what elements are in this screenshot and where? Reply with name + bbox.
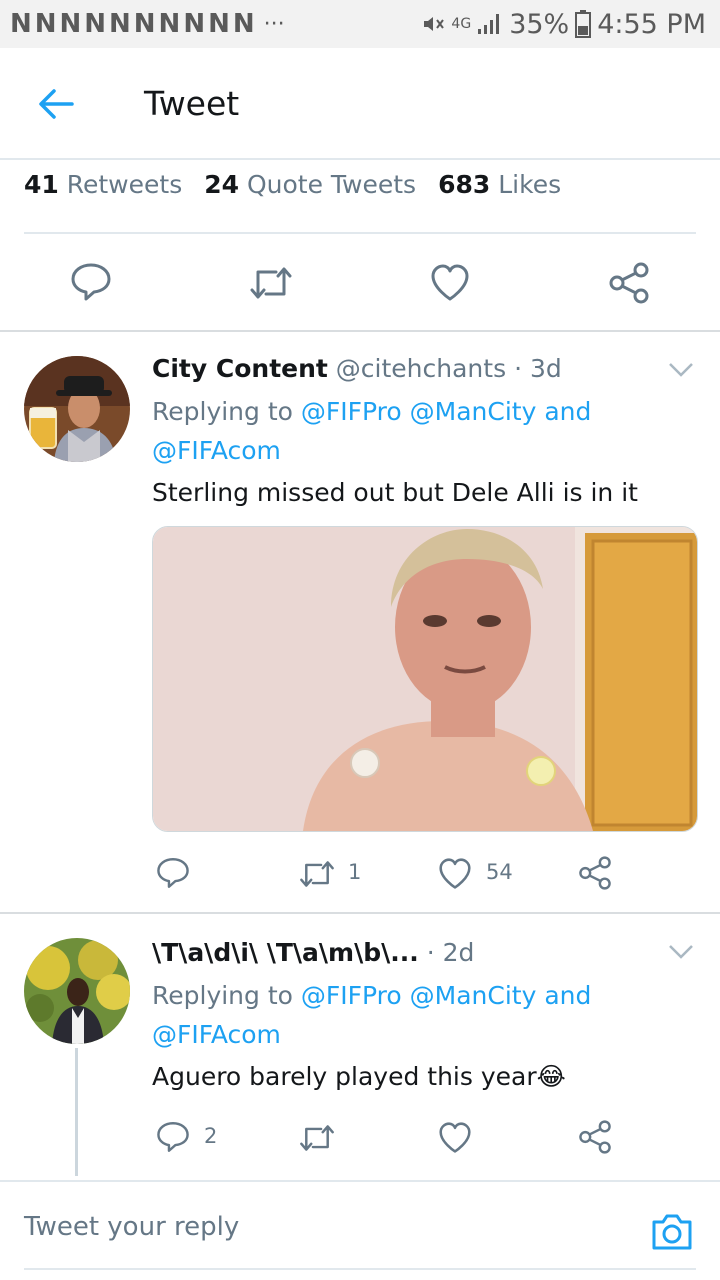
camera-icon[interactable] bbox=[650, 1212, 694, 1252]
retweet-icon[interactable] bbox=[298, 1124, 336, 1152]
reply-input[interactable]: Tweet your reply bbox=[24, 1212, 239, 1242]
tweet-time: · 3d bbox=[514, 354, 562, 383]
mention-link[interactable]: @FIFAcom bbox=[152, 1020, 281, 1049]
tweet-header: City Content @citehchants · 3d bbox=[152, 354, 562, 383]
share-icon[interactable] bbox=[578, 1120, 612, 1154]
tweet-actions: 1 54 bbox=[152, 854, 632, 894]
retweet-icon[interactable] bbox=[298, 860, 336, 888]
divider bbox=[24, 1268, 696, 1270]
retweet-count: 1 bbox=[348, 860, 362, 884]
tweet-text: Aguero barely played this year😂 bbox=[152, 1062, 566, 1091]
thread-line bbox=[75, 1048, 78, 1176]
replying-to: Replying to @FIFPro @ManCity and @FIFAco… bbox=[152, 397, 592, 465]
main-tweet-actions bbox=[0, 262, 720, 306]
likes-stat[interactable]: 683 Likes bbox=[438, 170, 561, 199]
mention-link[interactable]: @FIFPro @ManCity bbox=[301, 397, 536, 426]
divider bbox=[24, 232, 696, 234]
signal-icon bbox=[478, 14, 500, 34]
overflow-dots: ··· bbox=[263, 11, 285, 37]
quote-tweets-stat[interactable]: 24 Quote Tweets bbox=[204, 170, 416, 199]
reply-count: 2 bbox=[204, 1124, 218, 1148]
divider bbox=[0, 330, 720, 332]
avatar[interactable] bbox=[24, 356, 130, 462]
author-handle[interactable]: @citehchants bbox=[336, 354, 506, 383]
reply-icon[interactable] bbox=[156, 856, 190, 890]
author-name[interactable]: City Content bbox=[152, 354, 328, 383]
caret-down-icon[interactable] bbox=[668, 944, 694, 960]
share-icon[interactable] bbox=[608, 262, 650, 304]
like-icon[interactable] bbox=[438, 858, 472, 890]
page-title: Tweet bbox=[144, 84, 240, 123]
battery-percent: 35% bbox=[509, 8, 570, 40]
reply-composer: Tweet your reply bbox=[0, 1180, 720, 1274]
mute-icon bbox=[424, 17, 445, 31]
app-bar: Tweet bbox=[0, 48, 720, 160]
like-icon[interactable] bbox=[438, 1122, 472, 1154]
network-type: 4G bbox=[451, 16, 472, 32]
tweet-text: Sterling missed out but Dele Alli is in … bbox=[152, 478, 638, 507]
status-bar: NNNNNNNNNN ··· 4G 35% 4:55 PM bbox=[0, 0, 720, 48]
tweet-header: \T\a\d\i\ \T\a\m\b\... · 2d bbox=[152, 938, 474, 967]
share-icon[interactable] bbox=[578, 856, 612, 890]
caret-down-icon[interactable] bbox=[668, 362, 694, 378]
tweet-actions: 2 bbox=[152, 1118, 632, 1158]
tweet-time: · 2d bbox=[426, 938, 475, 967]
tweet-image[interactable] bbox=[152, 526, 698, 832]
retweet-icon[interactable] bbox=[248, 266, 294, 300]
mention-link[interactable]: @FIFPro @ManCity bbox=[301, 981, 536, 1010]
reply-icon[interactable] bbox=[156, 1120, 190, 1154]
avatar[interactable] bbox=[24, 938, 130, 1044]
divider bbox=[0, 912, 720, 914]
like-count: 54 bbox=[486, 860, 513, 884]
retweets-stat[interactable]: 41 Retweets bbox=[24, 170, 182, 199]
battery-icon bbox=[575, 10, 592, 38]
replying-to: Replying to @FIFPro @ManCity and @FIFAco… bbox=[152, 981, 592, 1049]
reply-icon[interactable] bbox=[70, 262, 112, 302]
like-icon[interactable] bbox=[430, 264, 470, 302]
mention-link[interactable]: @FIFAcom bbox=[152, 436, 281, 465]
clock: 4:55 PM bbox=[597, 8, 706, 40]
author-name[interactable]: \T\a\d\i\ \T\a\m\b\... bbox=[152, 938, 419, 967]
notification-icons: NNNNNNNNNN bbox=[10, 9, 258, 39]
back-arrow-icon[interactable] bbox=[36, 84, 76, 124]
tweet-stats: 41 Retweets 24 Quote Tweets 683 Likes bbox=[24, 170, 561, 199]
